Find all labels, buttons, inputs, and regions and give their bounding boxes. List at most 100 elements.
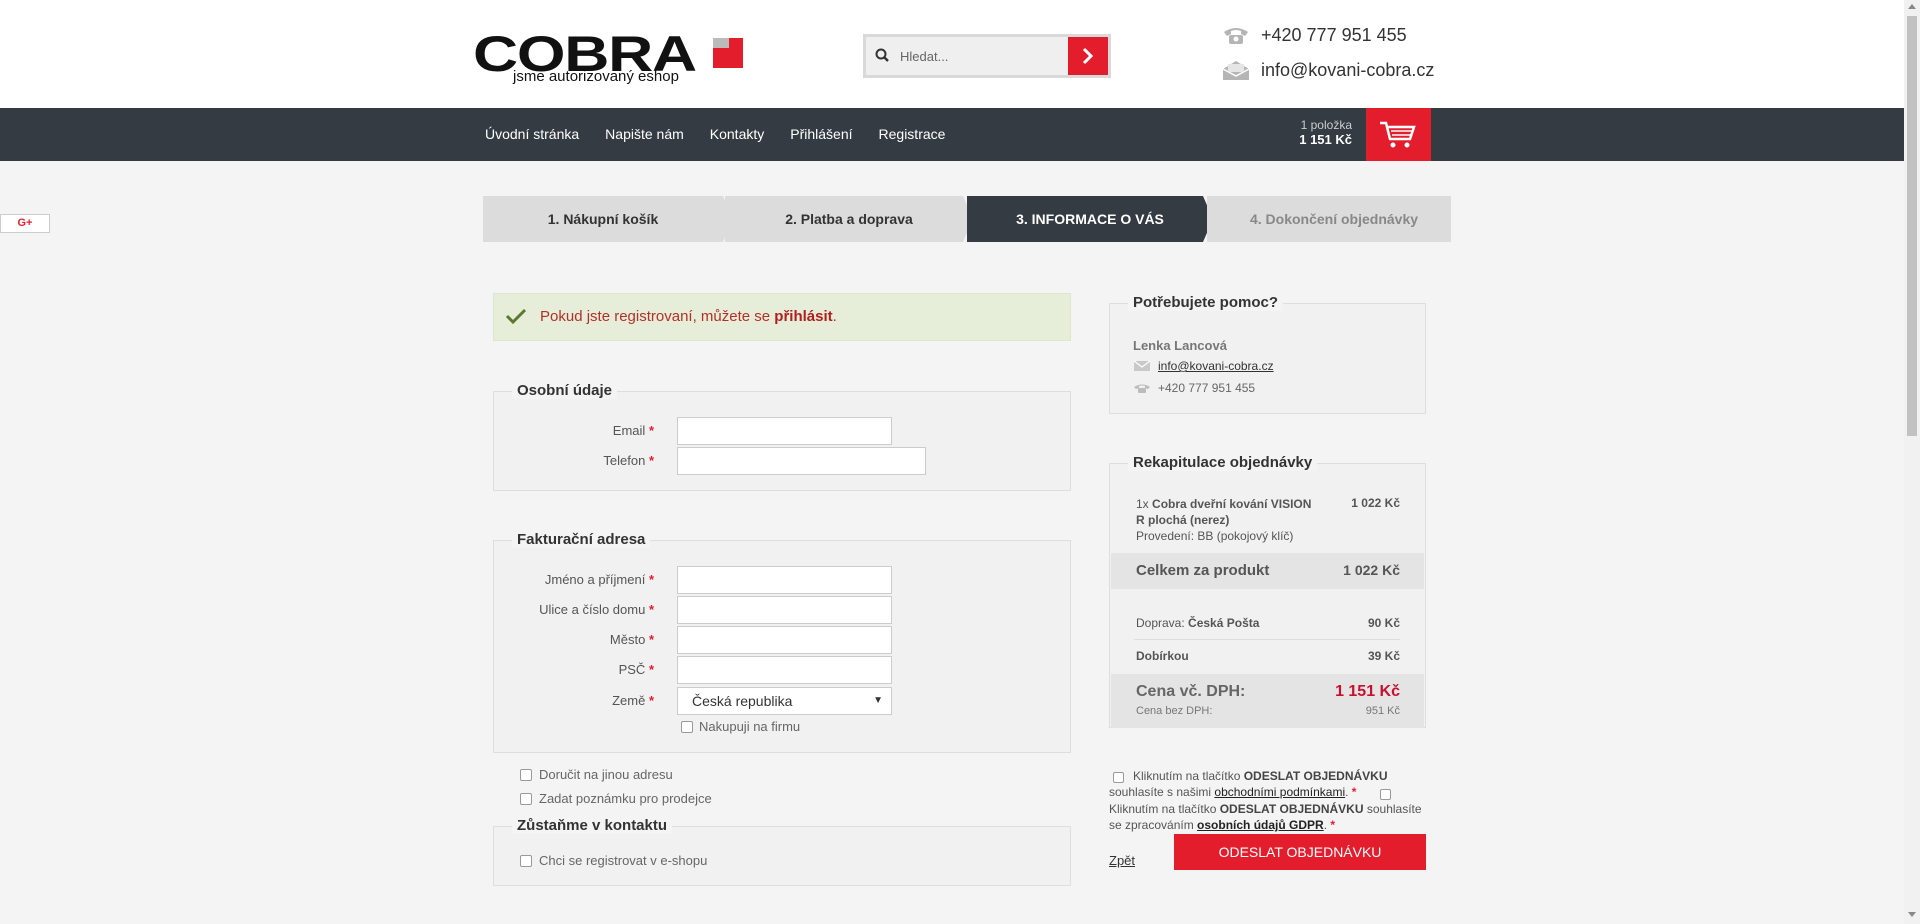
street-label-text: Ulice a číslo domu: [539, 602, 646, 617]
gdpr-link[interactable]: osobních údajů GDPR: [1197, 818, 1324, 832]
header-email-text: info@kovani-cobra.cz: [1261, 59, 1435, 80]
notice-text: Pokud jste registrovaní, můžete se: [540, 308, 775, 325]
nav-item-login[interactable]: Přihlášení: [777, 108, 865, 161]
nav-item-contacts[interactable]: Kontakty: [697, 108, 777, 161]
shipping-label: Doprava:: [1136, 616, 1185, 630]
scroll-up-icon[interactable]: [1908, 4, 1916, 9]
scroll-down-icon[interactable]: [1908, 912, 1916, 917]
city-label: Město *: [609, 632, 654, 647]
search-icon: [875, 48, 889, 62]
other-address-label: Doručit na jinou adresu: [539, 767, 673, 782]
gdpr-mid2: se zpracováním: [1109, 818, 1198, 832]
page-scrollbar[interactable]: [1904, 0, 1920, 924]
step-payment-label: 2. Platba a doprava: [785, 211, 913, 227]
cobra-logo[interactable]: COBRA jsme autorizovaný eshop: [473, 26, 749, 88]
step-finish-label: 4. Dokončení objednávky: [1249, 211, 1419, 227]
login-notice: Pokud jste registrovaní, můžete se přihl…: [493, 293, 1071, 341]
phone-label: Telefon *: [603, 453, 654, 468]
gdpr-checkbox[interactable]: [1380, 789, 1391, 800]
cart-summary[interactable]: 1 položka 1 151 Kč: [1284, 118, 1352, 147]
city-field[interactable]: [677, 626, 892, 654]
company-checkbox[interactable]: [681, 721, 693, 733]
logo-tagline: jsme autorizovaný eshop: [513, 68, 679, 85]
name-field[interactable]: [677, 566, 892, 594]
street-field[interactable]: [677, 596, 892, 624]
step-info: 3. INFORMACE O VÁS: [967, 196, 1203, 242]
recap-title: Rekapitulace objednávky: [1128, 454, 1318, 471]
order-recap-box: Rekapitulace objednávky 1x Cobra dveřní …: [1109, 454, 1426, 728]
search-submit-button[interactable]: [1068, 37, 1108, 75]
chevron-right-icon: [1082, 47, 1094, 65]
google-plus-button[interactable]: G+: [0, 214, 50, 233]
shipping-name: Česká Pošta: [1188, 616, 1260, 630]
terms-agreement-text: Kliknutím na tlačítko ODESLAT OBJEDNÁVKU: [1109, 768, 1429, 784]
recap-item-variant: Provedení: BB (pokojový klíč): [1136, 529, 1294, 543]
phone-icon: [1224, 28, 1248, 44]
other-address-checkbox[interactable]: [520, 769, 532, 781]
email-label-text: Email: [612, 423, 646, 438]
zip-label: PSČ *: [618, 662, 654, 677]
nav-item-home[interactable]: Úvodní stránka: [472, 108, 592, 161]
step-cart[interactable]: 1. Nákupní košík: [483, 196, 723, 242]
help-title: Potřebujete pomoc?: [1128, 294, 1284, 311]
search-input[interactable]: [896, 37, 1066, 75]
register-checkbox-label: Chci se registrovat v e-shopu: [539, 853, 708, 868]
step-payment[interactable]: 2. Platba a doprava: [725, 196, 963, 242]
name-label: Jméno a příjmení *: [544, 572, 654, 587]
help-email-row: info@kovani-cobra.cz: [1133, 359, 1274, 373]
logo-square: [713, 38, 743, 68]
nav-item-register[interactable]: Registrace: [866, 108, 959, 161]
keep-in-touch-legend: Zůstaňme v kontaktu: [512, 817, 673, 834]
billing-fieldset: Fakturační adresa Jméno a příjmení * Uli…: [493, 531, 1071, 753]
product-total-value: 1 022 Kč: [1343, 562, 1400, 578]
checkmark-icon: [505, 308, 527, 325]
step-cart-label: 1. Nákupní košík: [547, 211, 659, 227]
terms-prefix: Kliknutím na tlačítko: [1133, 769, 1244, 783]
cart-button[interactable]: [1366, 108, 1431, 161]
shipping-price: 90 Kč: [1367, 616, 1400, 630]
notice-login-link[interactable]: přihlásit: [774, 308, 832, 325]
email-field[interactable]: [677, 417, 892, 445]
gdpr-prefix: Kliknutím na tlačítko: [1109, 802, 1220, 816]
zip-field[interactable]: [677, 656, 892, 684]
gdpr-agreement-text: Kliknutím na tlačítko ODESLAT OBJEDNÁVKU…: [1109, 801, 1429, 817]
keep-in-touch-fieldset: Zůstaňme v kontaktu Chci se registrovat …: [493, 817, 1071, 886]
recap-item-name-line1: Cobra dveřní kování VISION: [1152, 497, 1312, 511]
header-phone-text: +420 777 951 455: [1261, 24, 1407, 45]
search-box: [863, 34, 1111, 78]
phone-field[interactable]: [677, 447, 926, 475]
register-checkbox[interactable]: [520, 855, 532, 867]
personal-legend: Osobní údaje: [512, 382, 618, 399]
cart-total: 1 151 Kč: [1299, 132, 1352, 147]
scroll-thumb[interactable]: [1907, 16, 1917, 436]
street-label: Ulice a číslo domu *: [539, 602, 654, 617]
name-label-text: Jméno a příjmení: [544, 572, 646, 587]
recap-divider: [1134, 639, 1400, 640]
help-contact-name: Lenka Lancová: [1133, 338, 1227, 353]
country-select[interactable]: Česká republika ▼: [677, 687, 892, 715]
country-select-value: Česká republika: [692, 693, 793, 709]
email-label: Email *: [612, 423, 654, 438]
terms-link[interactable]: obchodními podmínkami: [1214, 785, 1345, 799]
product-total-label: Celkem za produkt: [1136, 562, 1270, 579]
back-link[interactable]: Zpět: [1109, 853, 1135, 868]
nav-item-write-us[interactable]: Napište nám: [592, 108, 697, 161]
recap-item-qty: 1x: [1136, 497, 1149, 511]
header-phone: +420 777 951 455: [1221, 24, 1407, 46]
help-email-link[interactable]: info@kovani-cobra.cz: [1158, 359, 1274, 373]
phone-label-text: Telefon: [603, 453, 646, 468]
recap-item-name-line2: R plochá (nerez): [1136, 513, 1230, 527]
gdpr-mid: souhlasíte: [1363, 802, 1422, 816]
note-checkbox[interactable]: [520, 793, 532, 805]
total-novat-label: Cena bez DPH:: [1136, 705, 1213, 717]
mail-icon: [1133, 360, 1151, 371]
mail-icon: [1222, 61, 1250, 80]
shipping-row: Doprava: Česká Pošta: [1136, 616, 1259, 630]
total-vat-label: Cena vč. DPH:: [1136, 683, 1246, 700]
header-email[interactable]: info@kovani-cobra.cz: [1221, 59, 1434, 81]
country-label-text: Země: [612, 693, 646, 708]
submit-order-button[interactable]: ODESLAT OBJEDNÁVKU: [1174, 834, 1426, 870]
notice-suffix: .: [832, 308, 837, 325]
help-box: Potřebujete pomoc? Lenka Lancová info@ko…: [1109, 294, 1426, 414]
note-label: Zadat poznámku pro prodejce: [539, 791, 712, 806]
